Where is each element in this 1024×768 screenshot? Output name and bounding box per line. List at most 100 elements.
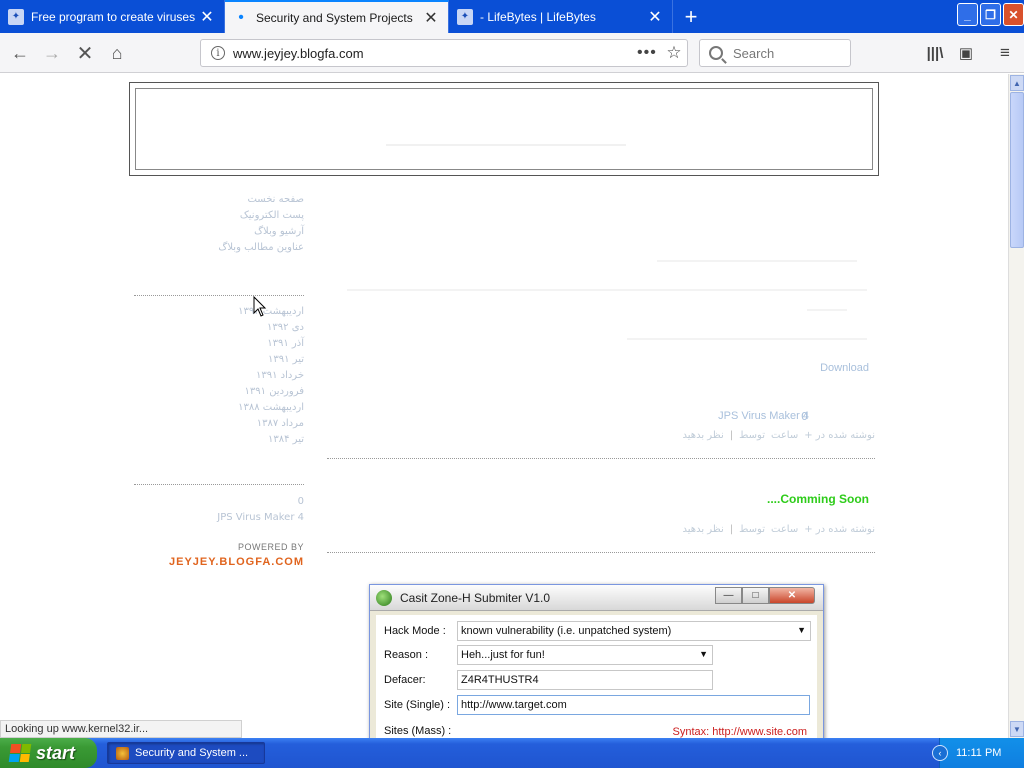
dialog-controls: — □ ✕ [715, 587, 815, 604]
tab-lifebytes[interactable]: ✦ - LifeBytes | LifeBytes ✕ [449, 0, 673, 33]
scroll-down-icon[interactable]: ▼ [1010, 721, 1024, 737]
search-bar[interactable]: Search [699, 39, 851, 67]
dialog-form: Hack Mode : known vulnerability (i.e. un… [376, 615, 817, 738]
reason-value: Heh...just for fun! [461, 649, 545, 661]
hack-mode-select[interactable]: known vulnerability (i.e. unpatched syst… [457, 621, 811, 641]
sidebar-link-email[interactable]: پست الکترونیک [134, 208, 304, 224]
archive-item[interactable]: اردیبهشت ۱۳۹۲ [134, 304, 304, 320]
faint-text-line [807, 309, 847, 311]
faint-text-line [347, 289, 867, 291]
archive-item[interactable]: فروردین ۱۳۹۱ [134, 384, 304, 400]
sidebar-link-archive[interactable]: آرشیو وبلاگ [134, 224, 304, 240]
back-arrow-icon[interactable]: ← [8, 41, 32, 65]
meta-separator: | [729, 430, 734, 441]
site-single-value: http://www.target.com [461, 699, 567, 711]
archive-item[interactable]: تیر ۱۳۹۱ [134, 352, 304, 368]
meta-time: ساعت [771, 524, 799, 535]
url-text[interactable]: www.jeyjey.blogfa.com [233, 46, 637, 61]
tab-free-program[interactable]: ✦ Free program to create viruses ea ✕ [0, 0, 225, 33]
download-link[interactable]: Download [820, 362, 869, 374]
post-divider [327, 458, 875, 459]
meta-author: توسط [739, 430, 765, 441]
meta-author: توسط [739, 524, 765, 535]
tab-close-icon[interactable]: ✕ [198, 7, 216, 27]
sidebar-link-home[interactable]: صفحه نخست [134, 192, 304, 208]
status-text: Looking up www.kernel32.ir... [0, 720, 242, 738]
comment-link[interactable]: نظر بدهید [683, 430, 724, 441]
library-icon[interactable]: |||\ [923, 41, 947, 65]
start-label: start [36, 742, 76, 763]
search-icon [709, 46, 723, 60]
tab-close-icon[interactable]: ✕ [422, 8, 440, 28]
archive-item[interactable]: اردیبهشت ۱۳۸۸ [134, 400, 304, 416]
system-tray: ‹ 11:11 PM [932, 738, 1024, 768]
bookmark-star-icon[interactable]: ☆ [661, 43, 687, 63]
url-bar[interactable]: i www.jeyjey.blogfa.com ••• ☆ [200, 39, 688, 67]
reason-row: Reason : [384, 645, 458, 665]
dialog-minimize-button[interactable]: — [715, 587, 742, 604]
tab-favicon-icon: ✦ [8, 8, 24, 25]
tab-close-icon[interactable]: ✕ [646, 7, 664, 27]
post-count: 0 [801, 410, 808, 423]
sidebar-icon[interactable]: ▣ [954, 41, 978, 65]
powered-by-site-link[interactable]: JEYJEY.BLOGFA.COM [134, 556, 304, 568]
dropdown-arrow-icon: ▼ [797, 625, 806, 635]
stop-icon[interactable]: ✕ [73, 41, 97, 65]
reason-select[interactable]: Heh...just for fun! ▼ [457, 645, 713, 665]
defacer-label: Defacer: [384, 674, 426, 686]
search-placeholder: Search [733, 45, 775, 61]
tab-security-projects[interactable]: • Security and System Projects ✕ [225, 0, 449, 33]
sites-mass-label: Sites (Mass) : [384, 725, 452, 737]
restore-button[interactable]: ❐ [980, 3, 1001, 26]
meta-time: ساعت [771, 430, 799, 441]
archive-item[interactable]: تیر ۱۳۸۴ [134, 432, 304, 448]
dialog-maximize-button[interactable]: □ [742, 587, 769, 604]
dropdown-arrow-icon: ▼ [699, 649, 708, 659]
forward-arrow-icon[interactable]: → [40, 41, 64, 65]
page-scrollbar[interactable]: ▲ ▼ [1008, 74, 1024, 738]
page-actions-icon[interactable]: ••• [637, 44, 661, 62]
site-single-label: Site (Single) : [384, 699, 451, 711]
new-tab-button[interactable]: + [673, 0, 709, 33]
windows-logo-icon [8, 744, 32, 762]
clock[interactable]: 11:11 PM [956, 747, 1001, 759]
post-title-row: JPS Virus Maker 4 [718, 410, 809, 422]
meta-posted: + نوشته شده در [804, 524, 875, 535]
zoneh-submitter-window[interactable]: Casit Zone-H Submiter V1.0 — □ ✕ Hack Mo… [369, 584, 824, 738]
recent-post-item[interactable]: JPS Virus Maker 4 [134, 510, 304, 526]
navigation-toolbar: ← → ✕ ⌂ i www.jeyjey.blogfa.com ••• ☆ Se… [0, 33, 1024, 73]
dialog-titlebar[interactable]: Casit Zone-H Submiter V1.0 — □ ✕ [370, 585, 823, 611]
dialog-close-button[interactable]: ✕ [769, 587, 815, 604]
taskbar-item-browser[interactable]: Security and System ... [107, 742, 265, 764]
archive-item[interactable]: دی ۱۳۹۲ [134, 320, 304, 336]
archive-item[interactable]: خرداد ۱۳۹۱ [134, 368, 304, 384]
dialog-title: Casit Zone-H Submiter V1.0 [400, 590, 551, 605]
defacer-input[interactable]: Z4R4THUSTR4 [457, 670, 713, 690]
window-controls: _ ❐ ✕ [957, 3, 1024, 26]
tray-expand-icon[interactable]: ‹ [932, 745, 948, 761]
site-single-input[interactable]: http://www.target.com [457, 695, 810, 715]
hamburger-menu-icon[interactable]: ≡ [993, 41, 1017, 65]
archive-item[interactable]: آذر ۱۳۹۱ [134, 336, 304, 352]
syntax-hint: Syntax: http://www.site.com [672, 726, 808, 738]
minimize-button[interactable]: _ [957, 3, 978, 26]
sidebar-link-titles[interactable]: عناوین مطالب وبلاگ [134, 240, 304, 256]
close-window-button[interactable]: ✕ [1003, 3, 1024, 26]
site-info-icon[interactable]: i [211, 46, 225, 60]
taskbar-item-label: Security and System ... [135, 747, 249, 759]
powered-by-label: POWERED BY [237, 542, 304, 552]
archive-item[interactable]: مرداد ۱۳۸۷ [134, 416, 304, 432]
coming-soon-text: ....Comming Soon [767, 492, 869, 506]
recent-post-item[interactable]: 0 [134, 494, 304, 510]
scroll-up-icon[interactable]: ▲ [1010, 75, 1024, 91]
comment-link[interactable]: نظر بدهید [683, 524, 724, 535]
hack-mode-label: Hack Mode : [384, 625, 446, 637]
hack-mode-value: known vulnerability (i.e. unpatched syst… [461, 625, 672, 637]
home-icon[interactable]: ⌂ [105, 41, 129, 65]
post-title[interactable]: JPS Virus Maker 4 [718, 410, 809, 422]
browser-icon [116, 746, 129, 760]
web-page: صفحه نخست پست الکترونیک آرشیو وبلاگ عناو… [0, 74, 1008, 738]
scrollbar-thumb[interactable] [1010, 92, 1024, 248]
start-button[interactable]: start [0, 738, 97, 768]
faint-text-line [627, 338, 867, 340]
